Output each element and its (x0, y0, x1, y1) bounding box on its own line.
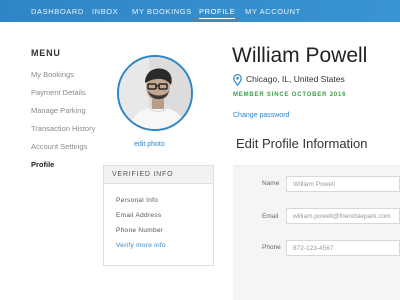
verified-item-email: Email Address (116, 212, 162, 219)
edit-photo-link[interactable]: edit photo (134, 141, 165, 148)
verified-item-phone: Phone Number (116, 227, 164, 234)
name-label: Name (262, 180, 280, 187)
phone-label: Phone (262, 244, 281, 251)
menu-item-manage-parking[interactable]: Manage Parking (31, 106, 86, 115)
edit-profile-title: Edit Profile Information (236, 136, 368, 151)
nav-dashboard[interactable]: DASHBOARD (31, 7, 84, 16)
member-since: MEMBER SINCE OCTOBER 2016 (233, 92, 347, 98)
profile-location: Chicago, IL, United States (246, 74, 345, 84)
menu-item-profile[interactable]: Profile (31, 160, 54, 169)
verify-more-link[interactable]: Verify more info (116, 242, 166, 249)
location-pin-icon (233, 73, 242, 91)
name-field[interactable] (286, 176, 400, 192)
menu-title: MENU (31, 48, 61, 58)
avatar[interactable] (117, 55, 193, 131)
menu-item-account-settings[interactable]: Account Settings (31, 142, 87, 151)
verified-item-personal-info: Personal Info (116, 197, 159, 204)
nav-my-bookings[interactable]: MY BOOKINGS (132, 7, 192, 16)
verified-info-title: VERIFIED INFO (104, 166, 213, 184)
nav-profile[interactable]: PROFILE (199, 7, 236, 19)
menu-item-transaction-history[interactable]: Transaction History (31, 124, 95, 133)
nav-inbox[interactable]: INBOX (92, 7, 118, 16)
phone-field[interactable] (286, 240, 400, 256)
top-nav-bar: DASHBOARD INBOX MY BOOKINGS PROFILE MY A… (0, 0, 400, 22)
menu-item-my-bookings[interactable]: My Bookings (31, 70, 74, 79)
avatar-photo (119, 57, 191, 129)
profile-name: William Powell (232, 44, 368, 67)
email-field[interactable] (286, 208, 400, 224)
email-label: Email (262, 213, 279, 220)
change-password-link[interactable]: Change password (233, 112, 289, 119)
nav-my-account[interactable]: MY ACCOUNT (245, 7, 301, 16)
menu-item-payment-details[interactable]: Payment Details (31, 88, 86, 97)
